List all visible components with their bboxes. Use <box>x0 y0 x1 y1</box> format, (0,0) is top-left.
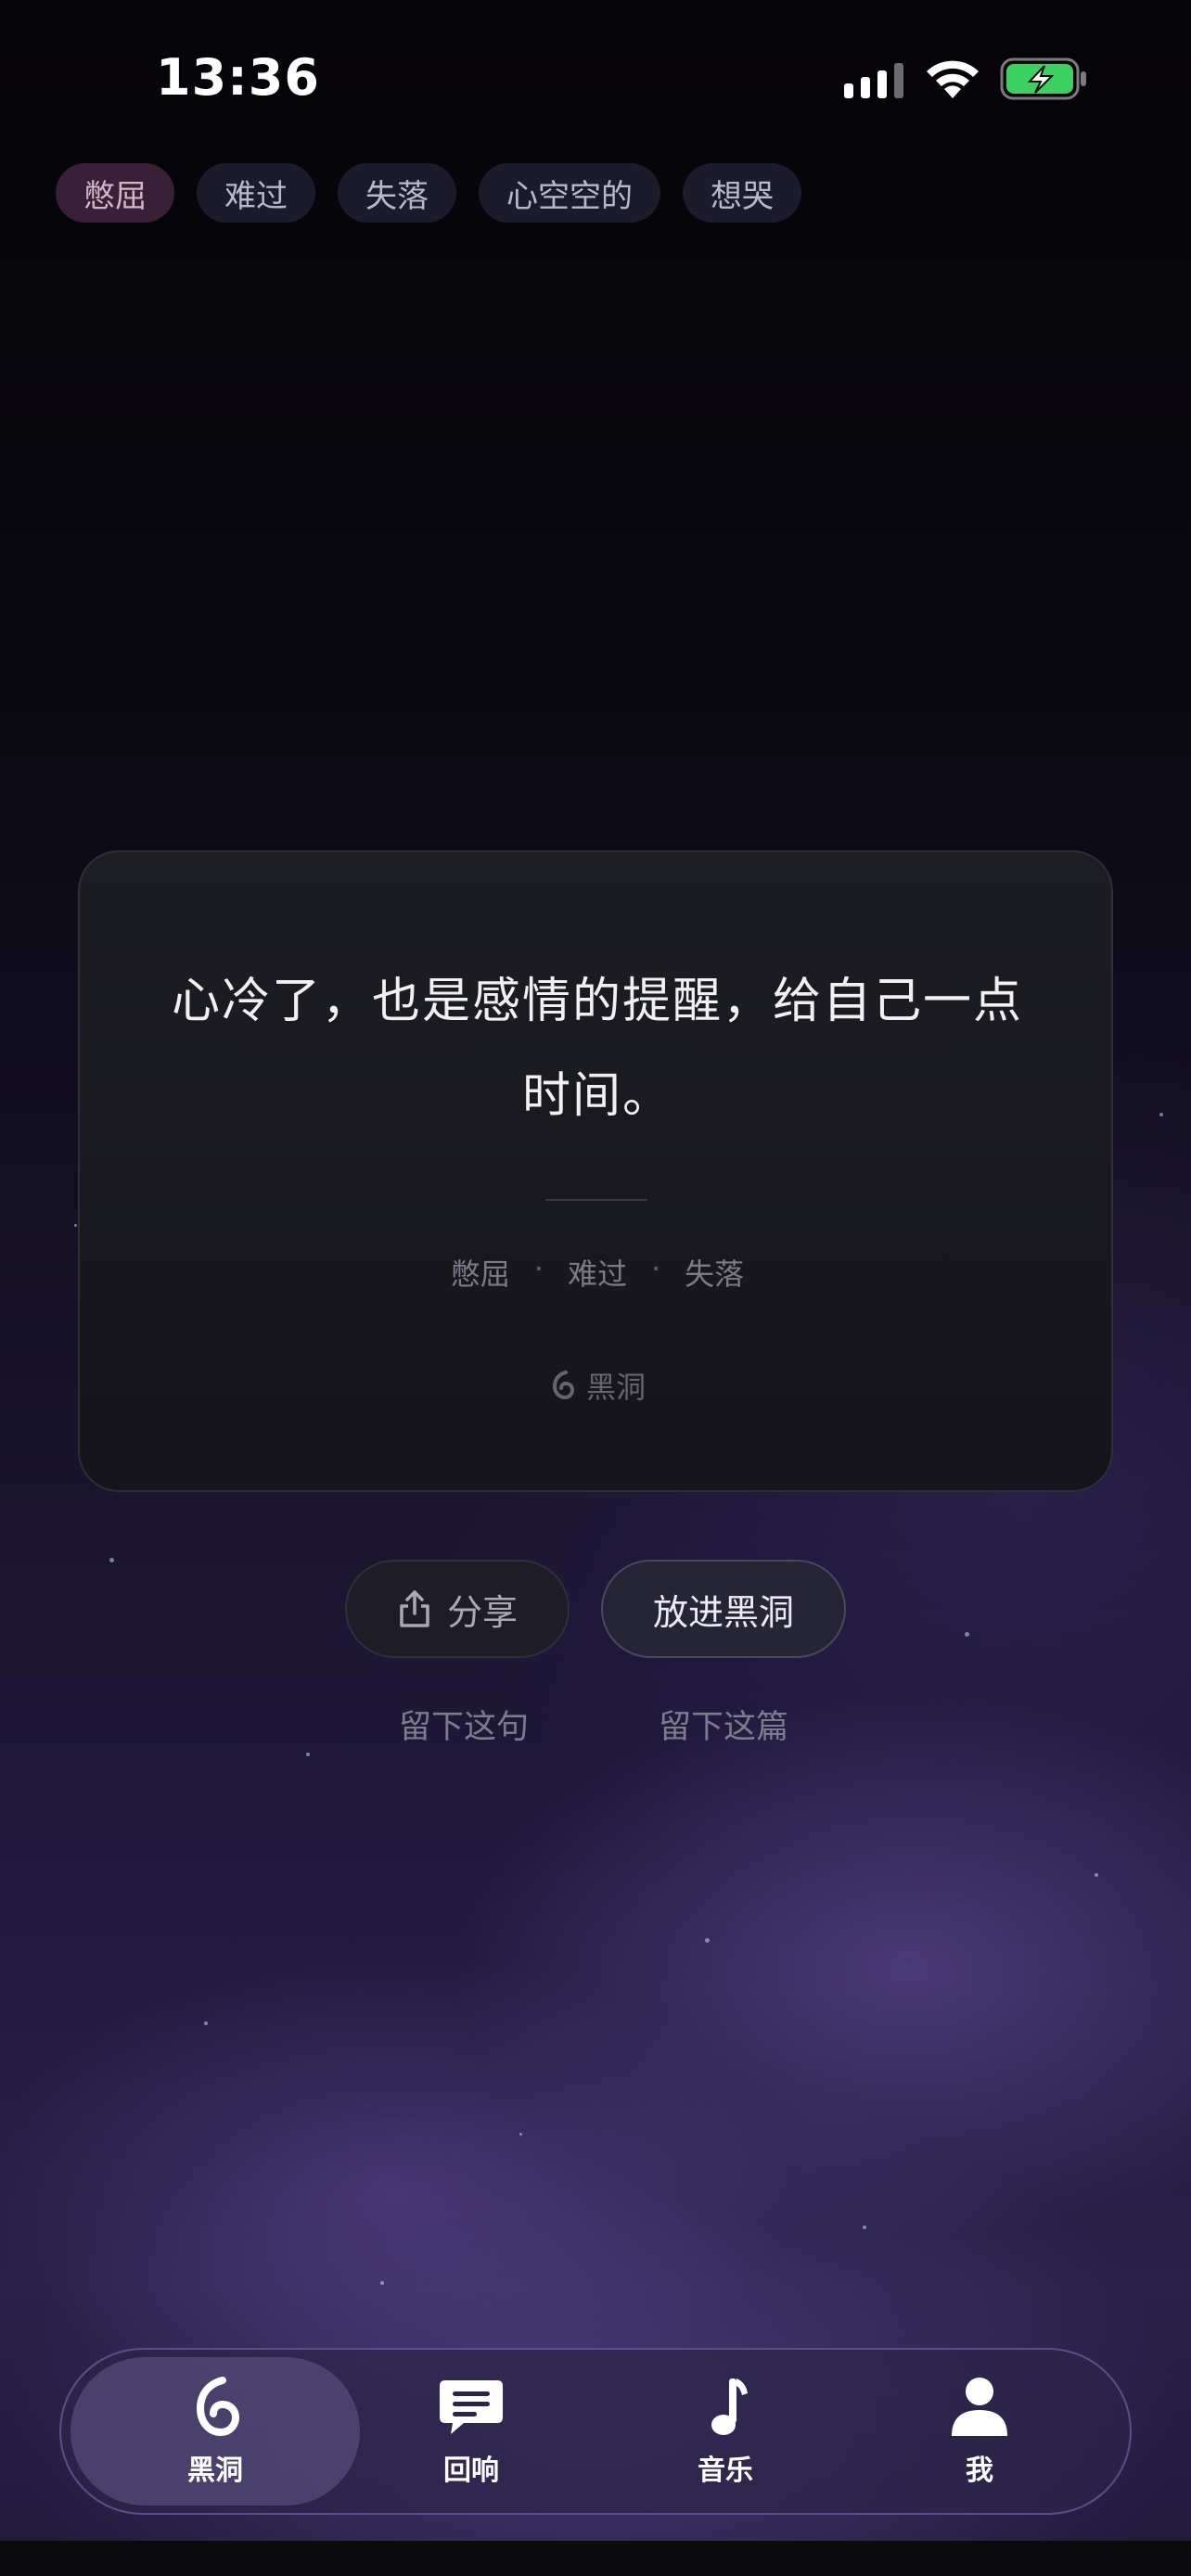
card-divider <box>545 1199 647 1201</box>
mood-tag-list: 憋屈 难过 失落 心空空的 想哭 <box>56 163 801 223</box>
card-tag: 憋屈 <box>450 1256 510 1292</box>
message-icon <box>440 2380 503 2434</box>
star <box>705 1938 710 1943</box>
star <box>204 2021 208 2025</box>
mood-tag[interactable]: 难过 <box>197 163 315 223</box>
star <box>109 1558 114 1562</box>
tab-label: 我 <box>966 2455 993 2487</box>
card-brand: 黑洞 <box>80 1364 1115 1407</box>
battery-charging-icon <box>1000 57 1086 100</box>
tag-separator: · <box>533 1251 544 1286</box>
mood-tag[interactable]: 想哭 <box>683 163 801 223</box>
star <box>863 2225 866 2229</box>
tab-music[interactable]: 音乐 <box>581 2357 870 2506</box>
card-tag-line: 憋屈 · 难过 · 失落 <box>80 1251 1115 1294</box>
star <box>1095 1873 1098 1877</box>
put-in-blackhole-button[interactable]: 放进黑洞 <box>601 1560 846 1658</box>
share-label: 分享 <box>446 1591 518 1633</box>
blackhole-icon <box>552 1371 574 1400</box>
tab-echo[interactable]: 回响 <box>327 2357 616 2506</box>
mood-tag[interactable]: 心空空的 <box>479 163 660 223</box>
star <box>519 2133 522 2136</box>
blackhole-icon <box>196 2377 240 2437</box>
tab-label: 音乐 <box>698 2455 753 2487</box>
star <box>380 2281 384 2285</box>
tab-blackhole[interactable]: 黑洞 <box>70 2357 360 2506</box>
wifi-icon <box>927 60 979 98</box>
quote-card: 心冷了，也是感情的提醒，给自己一点时间。 憋屈 · 难过 · 失落 黑洞 <box>78 850 1113 1492</box>
status-bar: 13:36 <box>0 0 1191 148</box>
star <box>1159 1113 1163 1116</box>
cellular-signal-icon <box>844 63 903 98</box>
star <box>306 1753 310 1756</box>
star <box>74 1224 77 1227</box>
quote-text: 心冷了，也是感情的提醒，给自己一点时间。 <box>171 974 1023 1124</box>
tab-label: 回响 <box>443 2455 499 2487</box>
brand-label: 黑洞 <box>585 1370 646 1405</box>
share-button[interactable]: 分享 <box>345 1560 570 1658</box>
status-time: 13:36 <box>156 48 320 107</box>
mood-tag[interactable]: 失落 <box>338 163 456 223</box>
person-icon <box>952 2378 1007 2436</box>
card-tag: 难过 <box>567 1256 627 1292</box>
home-indicator-area <box>0 2541 1191 2576</box>
tab-label: 黑洞 <box>187 2455 243 2487</box>
card-tag: 失落 <box>685 1256 745 1292</box>
share-icon <box>400 1590 429 1627</box>
mood-tag[interactable]: 憋屈 <box>56 163 174 223</box>
bottom-tab-bar: 黑洞 回响 音乐 我 <box>59 2348 1132 2515</box>
keep-sentence-link[interactable]: 留下这句 <box>399 1701 529 1748</box>
keep-article-link[interactable]: 留下这篇 <box>659 1701 788 1748</box>
tag-separator: · <box>651 1251 661 1286</box>
star <box>965 1632 969 1637</box>
music-note-icon <box>711 2378 748 2435</box>
tab-me[interactable]: 我 <box>835 2357 1124 2506</box>
